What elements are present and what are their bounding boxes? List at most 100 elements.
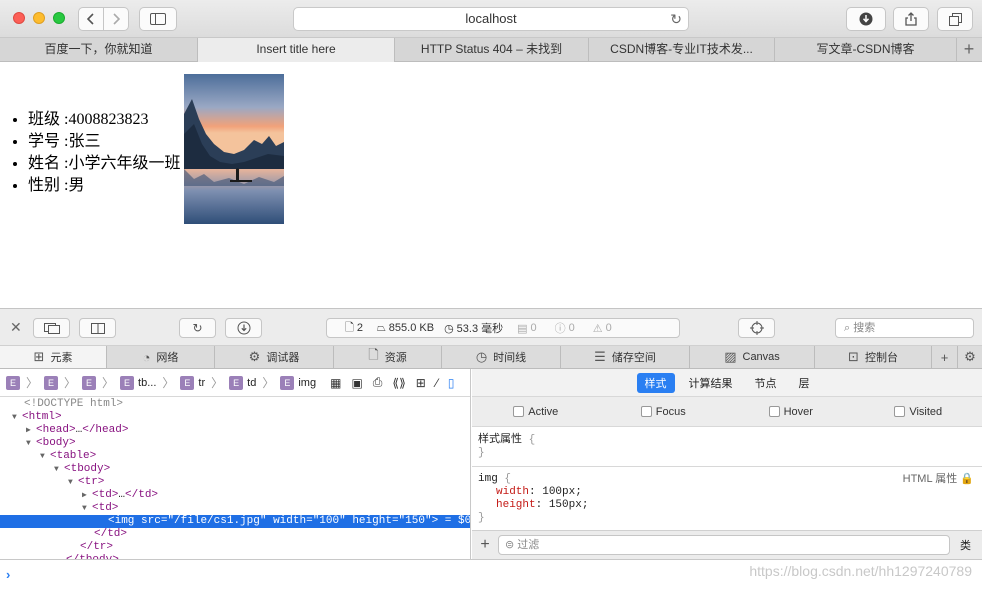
tab-resources[interactable]: 🗋 资源 xyxy=(334,346,442,368)
class-toggle-button[interactable]: 类 xyxy=(960,537,971,553)
sidebar-panel-icon[interactable]: ▯ xyxy=(448,376,455,390)
browser-tab-baidu[interactable]: 百度一下，你就知道 xyxy=(0,38,198,62)
error-count[interactable]: ⓘ 0 xyxy=(555,320,575,336)
element-picker-button[interactable] xyxy=(738,318,775,338)
reload-page-button[interactable]: ↻ xyxy=(179,318,216,338)
breadcrumb-tbody[interactable]: tb... xyxy=(138,377,156,389)
add-tab-button[interactable]: + xyxy=(932,346,958,368)
devtools-search-input[interactable]: ⌕ 搜索 xyxy=(835,318,974,338)
styles-filter-input[interactable]: ⊜ 过滤 xyxy=(498,535,950,555)
dom-node-table[interactable]: ▼ <table> xyxy=(0,450,470,463)
close-devtools-icon[interactable]: ✕ xyxy=(10,319,22,336)
dom-node-td[interactable]: ▼ <td> xyxy=(0,502,470,515)
close-window-button[interactable] xyxy=(13,12,25,24)
forward-button[interactable] xyxy=(103,7,129,31)
dom-node-td-close[interactable]: </td> xyxy=(0,528,470,541)
style-attribute-rule[interactable]: 样式属性 { } xyxy=(472,427,982,467)
tab-network[interactable]: ◔ 网络 xyxy=(107,346,215,368)
breadcrumb-element-icon[interactable]: E xyxy=(6,375,20,390)
show-all-tabs-button[interactable] xyxy=(937,7,973,31)
breadcrumb-element-icon: E xyxy=(280,375,295,390)
checkbox[interactable] xyxy=(640,406,652,417)
triangle-down-icon[interactable]: ▼ xyxy=(40,450,50,463)
code-brackets-icon[interactable]: ⟪⟫ xyxy=(392,376,405,390)
zoom-window-button[interactable] xyxy=(53,12,65,24)
devtools-settings-button[interactable]: ⚙ xyxy=(958,346,982,368)
triangle-down-icon[interactable]: ▼ xyxy=(82,502,92,515)
minimize-window-button[interactable] xyxy=(33,12,45,24)
property-width[interactable]: width: 100px; xyxy=(478,486,976,499)
load-time[interactable]: ◷ 53.3 毫秒 xyxy=(444,320,503,336)
dom-node-tr-close[interactable]: </tr> xyxy=(0,541,470,554)
breadcrumb-tr[interactable]: tr xyxy=(198,377,205,389)
checkbox[interactable] xyxy=(894,406,906,417)
tab-debugger[interactable]: ⚙ 调试器 xyxy=(215,346,334,368)
share-button[interactable] xyxy=(893,7,929,31)
browser-tab-csdn-blog[interactable]: CSDN博客-专业IT技术发... xyxy=(589,38,775,62)
breadcrumb-element-icon: E xyxy=(229,375,244,390)
breadcrumb-td[interactable]: td xyxy=(247,377,256,389)
tab-layers[interactable]: 层 xyxy=(791,373,818,393)
dom-node-img-selected[interactable]: <img src="/file/cs1.jpg" width="100" hei… xyxy=(0,515,470,528)
print-icon[interactable]: ⎙ xyxy=(373,375,383,390)
browser-tab-csdn-write[interactable]: 写文章-CSDN博客 xyxy=(775,38,957,62)
sidebar-toggle-button[interactable] xyxy=(139,7,177,31)
list-item-gender: 性别 :男 xyxy=(28,175,180,197)
address-bar[interactable]: localhost ↻ xyxy=(293,7,689,31)
breadcrumb-element-icon[interactable]: E xyxy=(82,375,97,390)
tab-timeline[interactable]: ◷ 时间线 xyxy=(442,346,561,368)
resource-size[interactable]: ⏢ 855.0 KB xyxy=(377,322,434,335)
student-info-list: 班级 :4008823823 学号 :张三 姓名 :小学六年级一班 性别 :男 xyxy=(28,109,180,197)
grid-overlay-icon[interactable]: ⊞ xyxy=(416,376,426,390)
screenshot-icon[interactable]: ▣ xyxy=(351,376,362,390)
console-prompt-bar[interactable]: › https://blog.csdn.net/hh1297240789 xyxy=(0,559,982,589)
tab-computed[interactable]: 计算结果 xyxy=(681,373,741,393)
brush-icon[interactable]: ⁄ xyxy=(436,376,438,390)
tab-node[interactable]: 节点 xyxy=(747,373,785,393)
browser-tab-http-404[interactable]: HTTP Status 404 – 未找到 xyxy=(395,38,589,62)
tab-styles[interactable]: 样式 xyxy=(636,372,675,393)
dom-node-tbody[interactable]: ▼ <tbody> xyxy=(0,463,470,476)
layout-grid-icon[interactable]: ▦ xyxy=(330,376,341,390)
dom-node-tr[interactable]: ▼ <tr> xyxy=(0,476,470,489)
browser-tab-insert-title[interactable]: Insert title here xyxy=(198,38,395,62)
breadcrumb-element-icon[interactable]: E xyxy=(44,375,59,390)
reload-icon[interactable]: ↻ xyxy=(670,8,682,30)
back-button[interactable] xyxy=(78,7,104,31)
triangle-down-icon[interactable]: ▼ xyxy=(54,463,64,476)
tab-console[interactable]: ⊡ 控制台 xyxy=(815,346,932,368)
tab-elements[interactable]: ⊞ 元素 xyxy=(0,346,107,368)
warning-icon: ⚠ xyxy=(592,322,603,335)
pseudo-focus-toggle[interactable]: Focus xyxy=(600,406,728,418)
dom-node-body[interactable]: ▼ <body> xyxy=(0,437,470,450)
img-html-attribute-rule[interactable]: img { width: 100px; height: 150px; } HTM… xyxy=(472,467,982,532)
triangle-right-icon[interactable]: ▶ xyxy=(26,424,36,437)
dom-node-doctype[interactable]: <!DOCTYPE html> xyxy=(0,398,470,411)
triangle-right-icon[interactable]: ▶ xyxy=(82,489,92,502)
resource-count[interactable]: 🗋 2 xyxy=(345,319,363,338)
pseudo-active-toggle[interactable]: Active xyxy=(472,406,600,418)
dock-side-button[interactable] xyxy=(79,318,116,338)
warning-count[interactable]: ⚠ 0 xyxy=(593,322,612,335)
log-count[interactable]: ▤ 0 xyxy=(517,322,537,335)
checkbox[interactable] xyxy=(768,406,780,417)
add-rule-button[interactable]: + xyxy=(472,536,498,554)
checkbox[interactable] xyxy=(513,406,525,417)
triangle-down-icon[interactable]: ▼ xyxy=(12,411,22,424)
detach-devtools-button[interactable] xyxy=(33,318,70,338)
breadcrumb-img[interactable]: img xyxy=(298,377,316,389)
dom-node-head[interactable]: ▶ <head>…</head> xyxy=(0,424,470,437)
triangle-down-icon[interactable]: ▼ xyxy=(26,437,36,450)
dom-node-td-collapsed[interactable]: ▶ <td>…</td> xyxy=(0,489,470,502)
download-archive-button[interactable] xyxy=(225,318,262,338)
pseudo-hover-toggle[interactable]: Hover xyxy=(727,406,855,418)
tab-canvas[interactable]: ▨ Canvas xyxy=(690,346,815,368)
property-height[interactable]: height: 150px; xyxy=(478,499,976,512)
dom-node-html[interactable]: ▼ <html> xyxy=(0,411,470,424)
address-text: localhost xyxy=(465,11,517,26)
new-tab-button[interactable]: + xyxy=(957,38,981,61)
pseudo-visited-toggle[interactable]: Visited xyxy=(855,406,982,418)
tab-storage[interactable]: ☰ 储存空间 xyxy=(561,346,690,368)
downloads-button[interactable] xyxy=(846,7,886,31)
triangle-down-icon[interactable]: ▼ xyxy=(68,476,78,489)
